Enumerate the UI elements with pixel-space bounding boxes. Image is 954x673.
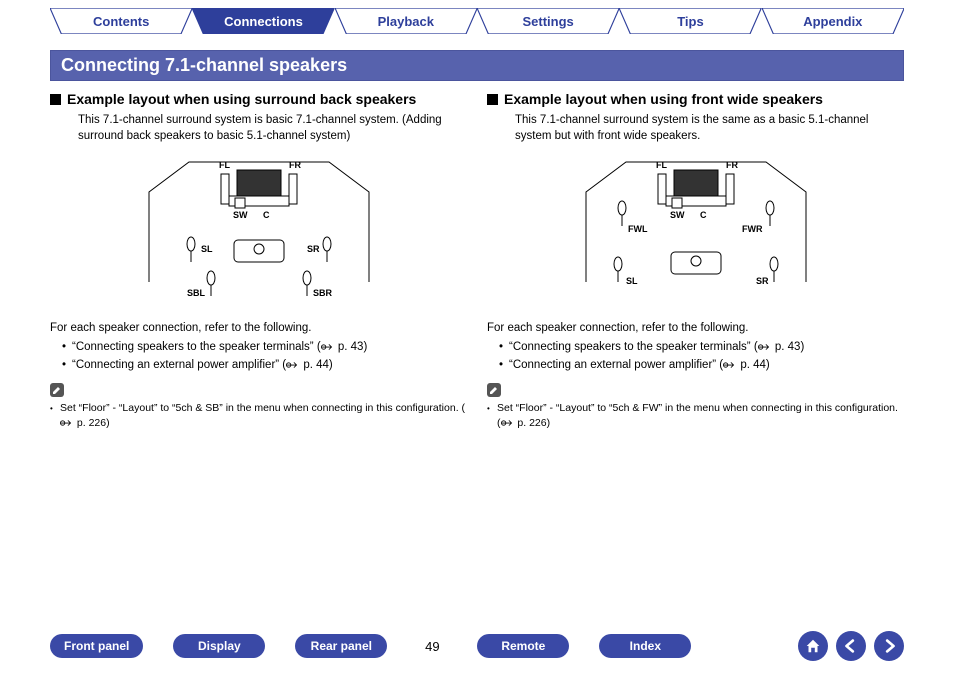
page-number: 49 [417, 639, 447, 654]
follow-text-left: For each speaker connection, refer to th… [50, 322, 467, 334]
footer-display-button[interactable]: Display [173, 634, 265, 658]
pageref-icon[interactable] [501, 417, 515, 429]
tab-tips[interactable]: Tips [619, 8, 761, 34]
tab-contents[interactable]: Contents [50, 8, 192, 34]
label-sw: SW [233, 210, 248, 220]
label-c: C [263, 210, 270, 220]
label-fr: FR [289, 160, 301, 170]
diagram-surround-back: FL FR SW C SL SR [129, 152, 389, 312]
note-pencil-icon [50, 383, 64, 397]
label-fwr: FWR [742, 224, 763, 234]
pageref-icon[interactable] [321, 341, 335, 353]
ref-item: “Connecting an external power amplifier”… [499, 356, 904, 374]
bullet-square-icon [487, 94, 498, 105]
content-columns: Example layout when using surround back … [0, 91, 954, 430]
section-title: Connecting 7.1-channel speakers [50, 50, 904, 81]
config-note-left: Set “Floor” - “Layout” to “5ch & SB” in … [50, 401, 467, 430]
label-fwl: FWL [628, 224, 648, 234]
top-tabs: Contents Connections Playback Settings T… [0, 0, 954, 34]
config-note-right: Set “Floor” - “Layout” to “5ch & FW” in … [487, 401, 904, 430]
label-sbr: SBR [313, 288, 333, 298]
diagram-front-wide: FL FR SW C FWL FWR SL [566, 152, 826, 312]
description-left: This 7.1-channel surround system is basi… [78, 113, 467, 144]
pageref-icon[interactable] [286, 359, 300, 371]
note-pencil-icon [487, 383, 501, 397]
label-sw: SW [670, 210, 685, 220]
footer-nav: Front panel Display Rear panel 49 Remote… [0, 631, 954, 661]
subheading-right: Example layout when using front wide spe… [487, 91, 904, 107]
label-sr: SR [307, 244, 320, 254]
footer-front-panel-button[interactable]: Front panel [50, 634, 143, 658]
tab-connections[interactable]: Connections [192, 8, 334, 34]
label-sr: SR [756, 276, 769, 286]
home-icon[interactable] [798, 631, 828, 661]
follow-text-right: For each speaker connection, refer to th… [487, 322, 904, 334]
refs-list-right: “Connecting speakers to the speaker term… [499, 338, 904, 375]
label-sl: SL [201, 244, 213, 254]
next-page-icon[interactable] [874, 631, 904, 661]
subheading-left: Example layout when using surround back … [50, 91, 467, 107]
column-left: Example layout when using surround back … [50, 91, 467, 430]
column-right: Example layout when using front wide spe… [487, 91, 904, 430]
description-right: This 7.1-channel surround system is the … [515, 113, 904, 144]
tab-settings[interactable]: Settings [477, 8, 619, 34]
footer-rear-panel-button[interactable]: Rear panel [295, 634, 387, 658]
ref-item: “Connecting an external power amplifier”… [62, 356, 467, 374]
footer-remote-button[interactable]: Remote [477, 634, 569, 658]
pageref-icon[interactable] [758, 341, 772, 353]
label-fl: FL [219, 160, 230, 170]
pageref-icon[interactable] [60, 417, 74, 429]
label-sl: SL [626, 276, 638, 286]
label-sbl: SBL [187, 288, 206, 298]
ref-item: “Connecting speakers to the speaker term… [499, 338, 904, 356]
tab-appendix[interactable]: Appendix [762, 8, 904, 34]
label-c: C [700, 210, 707, 220]
label-fr: FR [726, 160, 738, 170]
prev-page-icon[interactable] [836, 631, 866, 661]
label-fl: FL [656, 160, 667, 170]
ref-item: “Connecting speakers to the speaker term… [62, 338, 467, 356]
pageref-icon[interactable] [723, 359, 737, 371]
tab-playback[interactable]: Playback [335, 8, 477, 34]
refs-list-left: “Connecting speakers to the speaker term… [62, 338, 467, 375]
bullet-square-icon [50, 94, 61, 105]
footer-index-button[interactable]: Index [599, 634, 691, 658]
